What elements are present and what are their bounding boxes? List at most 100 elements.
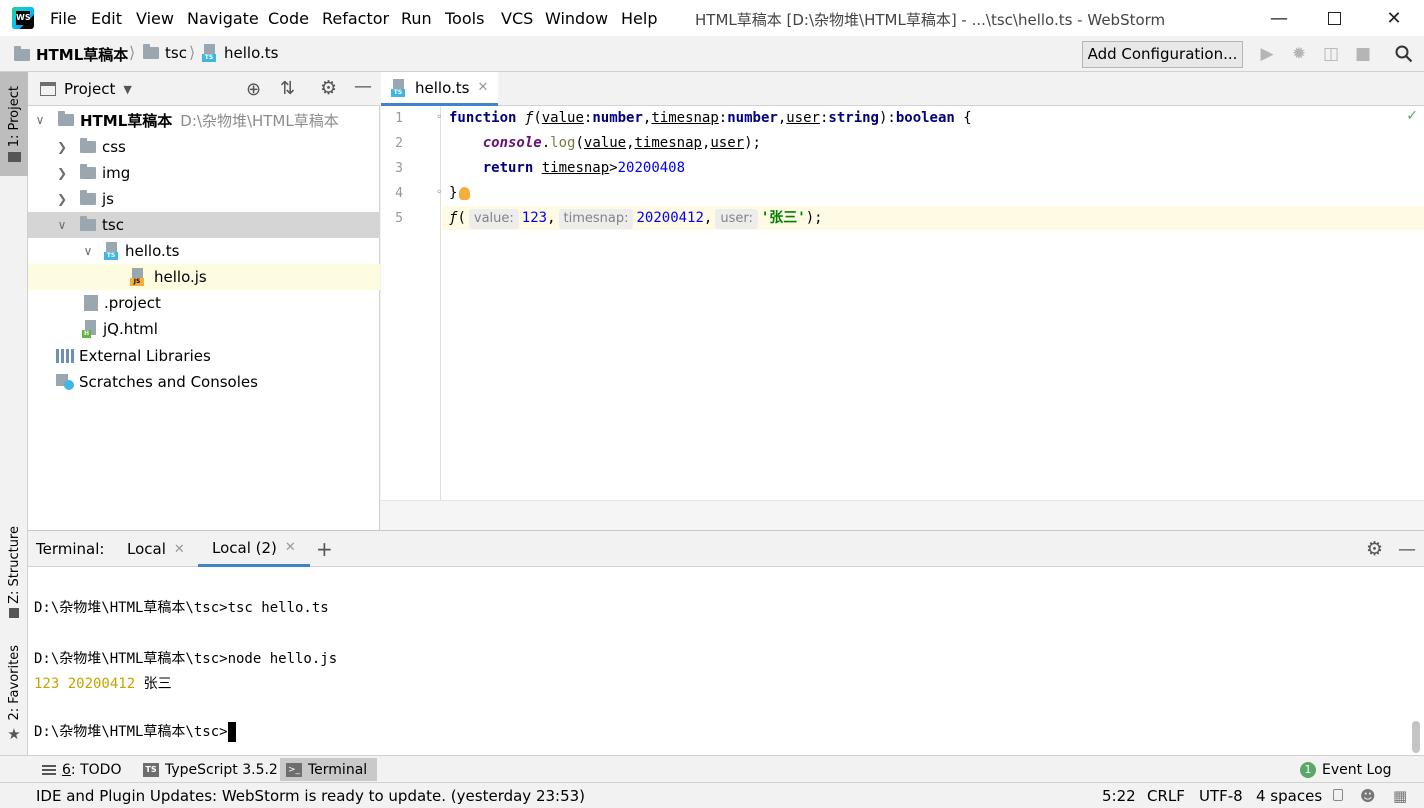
lock-icon[interactable] xyxy=(1333,789,1343,801)
tree-item-img[interactable]: ❯ img xyxy=(28,160,380,186)
terminal-tool-label: Terminal xyxy=(308,761,368,778)
collapse-all-button[interactable]: ⇅ xyxy=(280,78,295,99)
debug-bug-icon: ✹ xyxy=(1291,44,1307,64)
type-name: string xyxy=(828,110,879,126)
add-configuration-button[interactable]: Add Configuration... xyxy=(1082,41,1243,68)
panel-settings-button[interactable]: ⚙ xyxy=(320,77,337,99)
typescript-file-icon: TS xyxy=(104,242,120,260)
file-encoding[interactable]: UTF-8 xyxy=(1199,787,1243,805)
libraries-icon xyxy=(56,349,74,363)
code-editor[interactable]: 1 2 3 4 5 ⚬ ⚬ function ƒ(value:number,ti… xyxy=(381,106,1424,530)
tree-item-hello-ts[interactable]: ∨ TS hello.ts xyxy=(28,238,380,264)
param-name: value xyxy=(541,110,584,126)
lightbulb-icon[interactable] xyxy=(459,186,471,200)
status-message[interactable]: IDE and Plugin Updates: WebStorm is read… xyxy=(36,787,585,805)
menu-vcs[interactable]: VCS xyxy=(501,9,533,28)
code-line-4: } xyxy=(449,181,471,205)
typescript-tool-button[interactable]: TS TypeScript 3.5.2 xyxy=(137,758,284,781)
terminal-settings-button[interactable]: ⚙ xyxy=(1366,531,1383,567)
menu-refactor[interactable]: Refactor xyxy=(322,9,389,28)
menu-file[interactable]: File xyxy=(50,9,77,28)
caret-position[interactable]: 5:22 xyxy=(1102,787,1136,805)
close-tab-icon[interactable]: ✕ xyxy=(477,80,488,95)
stop-icon: ■ xyxy=(1354,44,1372,64)
inspector-icon[interactable]: ☻ xyxy=(1360,787,1376,805)
favorites-tool-tab[interactable]: 2: Favorites ★ xyxy=(0,644,28,744)
tool-window-bar: 6: TODO TS TypeScript 3.5.2 >_ Terminal … xyxy=(0,755,1424,782)
no-problems-check-icon[interactable]: ✓ xyxy=(1406,108,1418,124)
menu-tools[interactable]: Tools xyxy=(445,9,484,28)
tree-item-label: hello.js xyxy=(154,268,207,286)
todo-tool-button[interactable]: 6: TODO xyxy=(36,758,127,781)
menu-edit[interactable]: Edit xyxy=(91,9,122,28)
minimize-icon: — xyxy=(1398,538,1416,560)
maximize-button[interactable] xyxy=(1311,0,1357,36)
hide-terminal-button[interactable]: — xyxy=(1398,531,1416,567)
menu-help[interactable]: Help xyxy=(621,9,657,28)
terminal-output[interactable]: D:\杂物堆\HTML草稿本\tsc>tsc hello.ts D:\杂物堆\H… xyxy=(28,567,1408,756)
project-panel-header: Project ▼ ⊕ ⇅ ⚙ — xyxy=(28,72,380,106)
fold-marker-icon[interactable]: ⚬ xyxy=(435,112,443,123)
indent-setting[interactable]: 4 spaces xyxy=(1256,787,1322,805)
memory-indicator-icon[interactable]: ▦ xyxy=(1393,787,1407,805)
star-icon: ★ xyxy=(7,724,21,743)
close-window-button[interactable]: ✕ xyxy=(1371,0,1417,36)
editor-tab-hello-ts[interactable]: TS hello.ts ✕ xyxy=(381,72,499,106)
search-everywhere-button[interactable] xyxy=(1393,43,1415,65)
hide-panel-button[interactable]: — xyxy=(354,76,372,97)
run-button[interactable]: ▶ xyxy=(1256,43,1278,65)
project-tool-tab[interactable]: 1: Project xyxy=(0,72,28,176)
tree-item-project-file[interactable]: .project xyxy=(28,290,380,316)
tree-item-hello-js[interactable]: JS hello.js xyxy=(28,264,380,290)
tree-item-root[interactable]: ∨ HTML草稿本 D:\杂物堆\HTML草稿本 xyxy=(28,107,380,133)
menu-navigate[interactable]: Navigate xyxy=(187,9,259,28)
minimize-icon: — xyxy=(1270,7,1288,29)
tree-item-label: hello.ts xyxy=(125,242,180,260)
tree-item-js[interactable]: ❯ js xyxy=(28,186,380,212)
project-view-selector[interactable]: Project ▼ xyxy=(40,80,132,98)
new-terminal-button[interactable]: + xyxy=(316,531,333,567)
event-log-label: Event Log xyxy=(1322,761,1392,778)
menu-run[interactable]: Run xyxy=(401,9,432,28)
breadcrumb-tsc[interactable]: tsc xyxy=(143,44,187,62)
tree-root-path: D:\杂物堆\HTML草稿本 xyxy=(180,111,339,130)
breadcrumb-file[interactable]: TS hello.ts xyxy=(202,44,278,62)
terminal-tool-button[interactable]: >_ Terminal xyxy=(280,758,377,781)
webstorm-logo-icon[interactable]: WS xyxy=(12,7,34,29)
maximize-icon xyxy=(1327,11,1341,25)
text-file-icon xyxy=(84,295,98,311)
fold-marker-icon[interactable]: ⚬ xyxy=(435,187,443,198)
argument: user xyxy=(710,135,745,151)
tree-item-scratches[interactable]: Scratches and Consoles xyxy=(28,369,380,395)
tree-item-external-libraries[interactable]: External Libraries xyxy=(28,343,380,369)
terminal-tab-local[interactable]: Local ✕ xyxy=(127,531,185,567)
menu-code[interactable]: Code xyxy=(268,9,309,28)
type-name: number xyxy=(592,110,643,126)
locate-file-button[interactable]: ⊕ xyxy=(246,79,261,100)
string-literal: '张三' xyxy=(760,210,806,226)
terminal-scrollbar[interactable] xyxy=(1412,721,1420,753)
minimize-button[interactable]: — xyxy=(1256,0,1302,36)
tree-item-tsc[interactable]: ∨ tsc xyxy=(28,212,380,238)
function-name: ƒ xyxy=(524,110,534,126)
tree-item-jq-html[interactable]: H jQ.html xyxy=(28,316,380,342)
terminal-icon: >_ xyxy=(286,762,302,777)
terminal-tool-window: Terminal: Local ✕ Local (2) ✕ + ⚙ — D:\杂… xyxy=(28,530,1424,755)
terminal-tab-local-2[interactable]: Local (2) ✕ xyxy=(198,531,310,567)
structure-tool-tab[interactable]: Z: Structure xyxy=(0,522,28,622)
breadcrumb-project[interactable]: HTML草稿本 xyxy=(14,44,128,65)
coverage-button[interactable]: ◫ xyxy=(1320,43,1342,65)
parameter-hint: user: xyxy=(715,209,758,229)
close-tab-icon[interactable]: ✕ xyxy=(285,540,296,555)
param-name: timesnap xyxy=(651,110,719,126)
line-separator[interactable]: CRLF xyxy=(1147,787,1185,805)
chevron-right-icon: ❯ xyxy=(56,166,68,180)
menu-view[interactable]: View xyxy=(136,9,174,28)
tree-item-css[interactable]: ❯ css xyxy=(28,134,380,160)
menu-window[interactable]: Window xyxy=(545,9,608,28)
close-tab-icon[interactable]: ✕ xyxy=(174,542,185,557)
stop-button[interactable]: ■ xyxy=(1352,43,1374,65)
event-log-button[interactable]: 1 Event Log xyxy=(1294,758,1398,781)
debug-button[interactable]: ✹ xyxy=(1288,43,1310,65)
chevron-right-icon: ❯ xyxy=(56,140,68,154)
